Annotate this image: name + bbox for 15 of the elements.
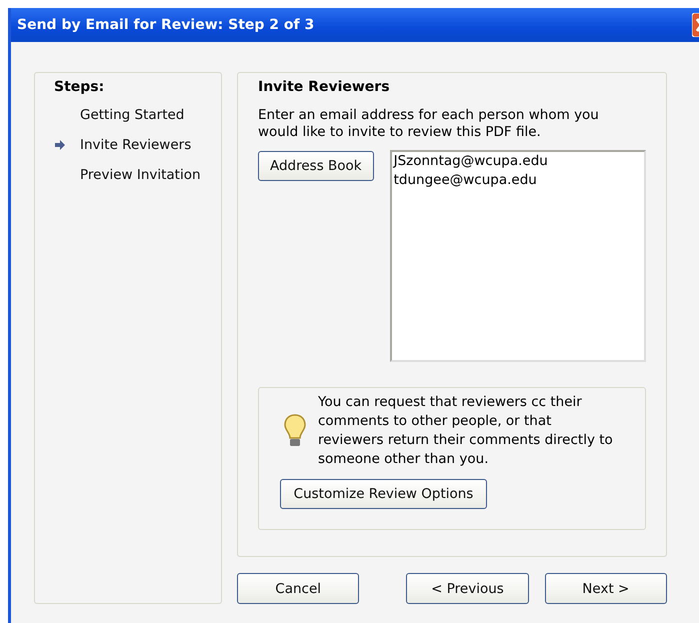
- window-title: Send by Email for Review: Step 2 of 3: [17, 17, 314, 33]
- email-list-field[interactable]: JSzonntag@wcupa.edu tdungee@wcupa.edu: [390, 150, 646, 362]
- panel-heading: Invite Reviewers: [258, 79, 391, 95]
- step-item: Preview Invitation: [80, 167, 201, 183]
- address-book-button[interactable]: Address Book: [258, 151, 374, 181]
- customize-review-options-button[interactable]: Customize Review Options: [280, 479, 487, 509]
- step-item: Getting Started: [80, 107, 184, 123]
- dialog-button[interactable]: < Previous: [406, 573, 529, 604]
- steps-heading: Steps:: [54, 79, 106, 95]
- dialog-button[interactable]: Cancel: [237, 573, 360, 604]
- tip-text: You can request that reviewers cc their comments to other people, or that reviewers return their comments directly to someone other than you.: [318, 393, 614, 469]
- instructions-text: Enter an email address for each person whom you would like to invite to review this PDF file.: [258, 107, 600, 141]
- dialog-button[interactable]: Next >: [544, 573, 667, 604]
- lightbulb-icon: [284, 413, 306, 449]
- step-item: Invite Reviewers: [80, 137, 192, 153]
